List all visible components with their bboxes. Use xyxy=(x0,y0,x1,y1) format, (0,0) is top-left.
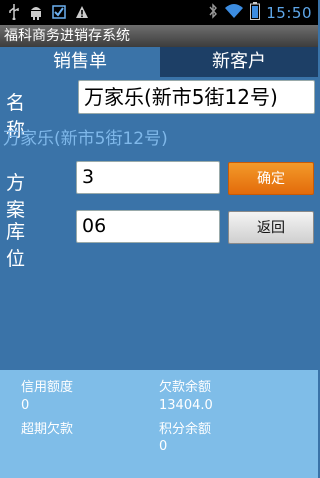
plan-field[interactable]: 3 xyxy=(76,161,220,194)
overdue-label: 超期欠款 xyxy=(21,422,74,437)
customer-name-display: 万家乐(新市5街12号) xyxy=(3,129,168,149)
system-icons: 15:50 xyxy=(208,2,312,24)
tab-bar: 销售单 新客户 xyxy=(0,47,318,77)
tab-sales-order[interactable]: 销售单 xyxy=(0,47,160,77)
status-bar: 15:50 xyxy=(0,0,318,25)
credit-limit-value: 0 xyxy=(21,398,30,413)
battery-icon xyxy=(250,2,261,24)
wifi-icon xyxy=(224,3,244,23)
back-button[interactable]: 返回 xyxy=(228,211,314,244)
plan-label: 方 案 xyxy=(6,172,52,221)
account-summary-panel: 信用额度 0 超期欠款 欠款余额 13404.0 积分余额 0 xyxy=(0,370,318,478)
android-debug-icon xyxy=(29,4,43,20)
location-field[interactable]: 06 xyxy=(76,210,220,243)
tab-new-customer[interactable]: 新客户 xyxy=(160,47,318,77)
download-done-icon xyxy=(52,4,66,20)
clock: 15:50 xyxy=(266,4,312,22)
name-field[interactable]: 万家乐(新市5街12号) xyxy=(78,80,315,114)
debt-balance-value: 13404.0 xyxy=(159,398,213,413)
bluetooth-icon xyxy=(208,3,218,23)
app-title: 福科商务进销存系统 xyxy=(0,25,318,47)
location-label: 库 位 xyxy=(6,221,52,270)
app-screen: 15:50 福科商务进销存系统 销售单 新客户 名 称 万家乐(新市5街12号)… xyxy=(0,0,318,478)
debt-balance-label: 欠款余额 xyxy=(159,380,212,395)
points-balance-value: 0 xyxy=(159,439,168,454)
confirm-button[interactable]: 确定 xyxy=(228,162,314,195)
points-balance-label: 积分余额 xyxy=(159,422,212,437)
credit-limit-label: 信用额度 xyxy=(21,380,74,395)
warning-icon xyxy=(75,5,89,19)
usb-icon xyxy=(8,4,20,20)
notification-icons xyxy=(8,4,89,20)
